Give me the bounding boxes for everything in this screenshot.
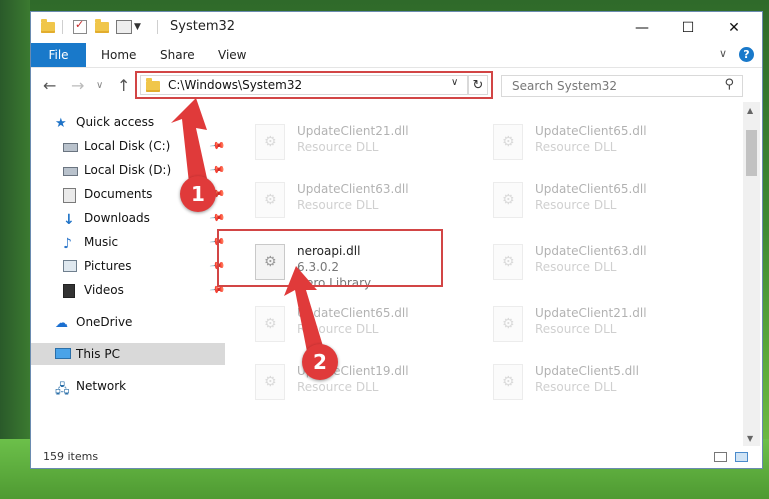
- callout-1-badge: 1: [180, 176, 216, 212]
- annotation-arrows: [171, 98, 326, 362]
- arrow-1-shape: [171, 98, 208, 183]
- callout-2-badge: 2: [302, 344, 338, 380]
